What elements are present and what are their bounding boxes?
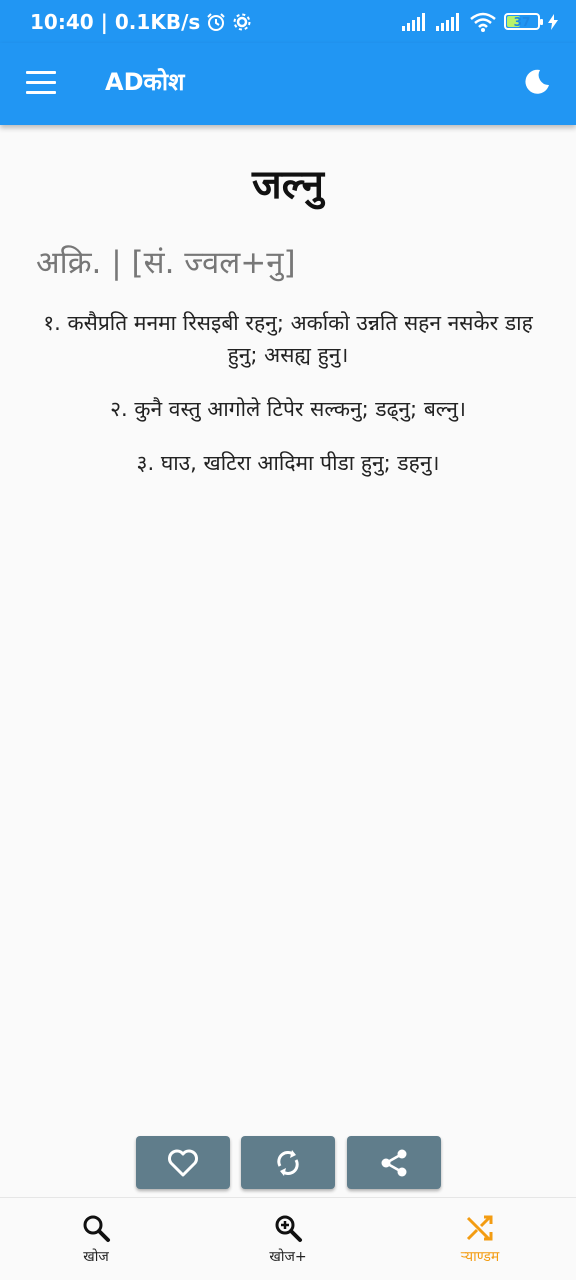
grammar-info: अक्रि. | [सं. ज्वल+नु]: [36, 245, 296, 281]
bottom-navigation: खोज खोज+ र्‍याण्डम: [0, 1197, 576, 1280]
nav-search[interactable]: खोज: [0, 1198, 192, 1280]
definition-list: १. कसैप्रति मनमा रिसइबी रहनु; अर्काको उन…: [0, 307, 576, 479]
app-bar: ADकोश: [0, 43, 576, 125]
nav-random[interactable]: र्‍याण्डम: [384, 1198, 576, 1280]
favorite-button[interactable]: [136, 1136, 230, 1189]
dark-mode-icon[interactable]: [522, 67, 556, 101]
status-right: 37: [402, 12, 558, 32]
refresh-button[interactable]: [241, 1136, 335, 1189]
status-bar: 10:40 | 0.1KB/s 37: [0, 0, 576, 43]
share-button[interactable]: [347, 1136, 441, 1189]
battery-level: 37: [513, 14, 531, 29]
entry-content: जल्नु अक्रि. | [सं. ज्वल+नु] १. कसैप्रति…: [0, 125, 576, 501]
alarm-icon: [206, 12, 226, 32]
nav-random-label: र्‍याण्डम: [460, 1249, 500, 1265]
zoom-in-icon: [273, 1213, 303, 1243]
menu-icon[interactable]: [26, 71, 56, 95]
signal-icon: [436, 12, 462, 31]
definition-item: ३. घाउ, खटिरा आदिमा पीडा हुनु; डहनु।: [136, 451, 440, 475]
settings-icon: [232, 12, 252, 32]
refresh-icon: [277, 1149, 299, 1176]
shuffle-icon: [465, 1213, 495, 1243]
headword: जल्नु: [252, 162, 324, 208]
nav-advanced-search[interactable]: खोज+: [192, 1198, 384, 1280]
definition-item: २. कुनै वस्तु आगोले टिपेर सल्कनु; डढ्नु;…: [110, 397, 466, 421]
action-bar: [0, 1136, 576, 1190]
charging-icon: [548, 13, 558, 30]
share-icon: [381, 1149, 407, 1176]
status-time: 10:40 | 0.1KB/s: [30, 9, 201, 34]
search-icon: [81, 1213, 111, 1243]
nav-search-label: खोज: [83, 1249, 109, 1265]
heart-icon: [168, 1149, 198, 1176]
definition-item: १. कसैप्रति मनमा रिसइबी रहनु; अर्काको उन…: [43, 311, 533, 367]
status-left: 10:40 | 0.1KB/s: [30, 10, 252, 34]
app-title: ADकोश: [105, 68, 185, 96]
nav-advanced-search-label: खोज+: [269, 1249, 307, 1265]
signal-icon: [402, 12, 428, 31]
battery-icon: 37: [504, 13, 543, 30]
wifi-icon: [470, 12, 496, 32]
